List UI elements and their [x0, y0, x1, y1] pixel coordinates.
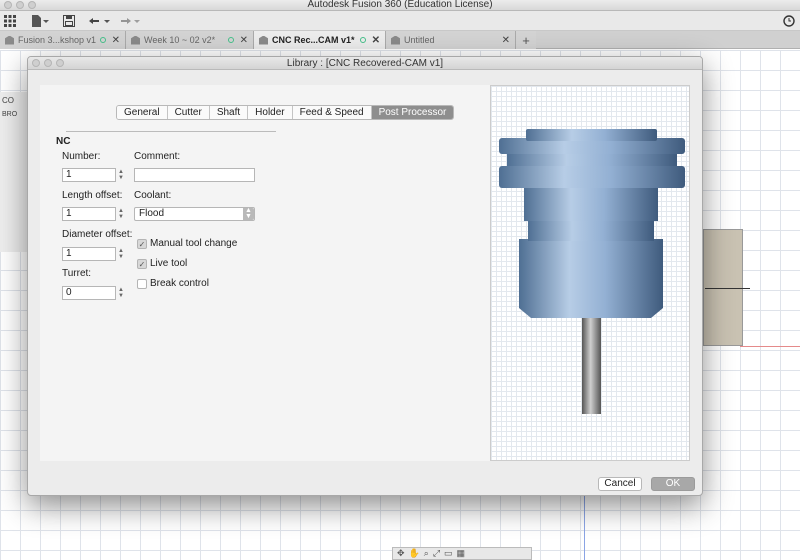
- x-axis-line: [740, 346, 800, 347]
- ok-button[interactable]: OK: [651, 477, 695, 491]
- tab-feed-speed[interactable]: Feed & Speed: [292, 106, 372, 119]
- live-tool-checkbox[interactable]: ✓: [137, 259, 147, 269]
- number-label: Number:: [62, 151, 101, 162]
- close-tab-icon[interactable]: ✕: [112, 35, 120, 46]
- tab-label: Fusion 3...kshop v1: [18, 35, 97, 45]
- dialog-title: Library : [CNC Recovered-CAM v1]: [286, 58, 444, 69]
- comment-label: Comment:: [134, 151, 181, 162]
- minimize-dialog-button[interactable]: [44, 59, 52, 67]
- length-offset-input[interactable]: 1: [62, 207, 116, 221]
- dialog-tab-strip: General Cutter Shaft Holder Feed & Speed…: [116, 105, 455, 120]
- browser-panel-tab[interactable]: BRO: [0, 109, 29, 120]
- turret-label: Turret:: [62, 268, 92, 279]
- close-dialog-button[interactable]: [32, 59, 40, 67]
- document-icon: [131, 35, 140, 45]
- sync-status-icon: [359, 37, 366, 43]
- close-tab-icon[interactable]: ✕: [502, 35, 510, 46]
- document-tab[interactable]: Fusion 3...kshop v1 ✕: [0, 31, 126, 49]
- holder-neck: [524, 186, 658, 221]
- turret-input[interactable]: 0: [62, 286, 116, 300]
- break-control-checkbox[interactable]: [137, 279, 147, 289]
- dialog-title-bar: Library : [CNC Recovered-CAM v1]: [28, 57, 702, 70]
- window-title-bar: Autodesk Fusion 360 (Education License): [0, 0, 800, 11]
- holder-flange-lower: [499, 166, 685, 188]
- document-tab[interactable]: Week 10 ~ 02 v2* ✕: [126, 31, 254, 49]
- tab-post-processor[interactable]: Post Processor: [371, 106, 454, 119]
- sync-status-icon: [227, 37, 234, 43]
- tab-label: Week 10 ~ 02 v2*: [144, 35, 216, 45]
- length-offset-label: Length offset:: [62, 190, 123, 201]
- sync-status-icon: [99, 37, 106, 43]
- file-menu-icon[interactable]: [30, 13, 50, 29]
- document-tab[interactable]: Untitled ✕: [386, 31, 516, 49]
- undo-icon[interactable]: [88, 13, 112, 29]
- live-tool-label: Live tool: [150, 258, 188, 269]
- holder-taper: [528, 219, 654, 241]
- diameter-offset-input[interactable]: 1: [62, 247, 116, 261]
- tool-preview[interactable]: [490, 85, 690, 461]
- zoom-icon[interactable]: ⌕: [424, 548, 429, 559]
- document-tab-bar: Fusion 3...kshop v1 ✕ Week 10 ~ 02 v2* ✕…: [0, 31, 800, 49]
- holder-top: [526, 129, 657, 141]
- orbit-icon[interactable]: ✥: [397, 548, 405, 559]
- document-icon: [391, 35, 400, 45]
- section-divider: [66, 131, 276, 132]
- coolant-select[interactable]: Flood ▲ ▼: [134, 207, 255, 221]
- new-tab-button[interactable]: +: [516, 31, 536, 49]
- manual-tool-change-label: Manual tool change: [150, 238, 238, 249]
- turret-stepper[interactable]: ▲ ▼: [116, 286, 126, 300]
- close-tab-icon[interactable]: ✕: [372, 35, 380, 46]
- zoom-dialog-button[interactable]: [56, 59, 64, 67]
- holder-lower-body: [519, 239, 663, 318]
- length-offset-stepper[interactable]: ▲ ▼: [116, 207, 126, 221]
- fit-icon[interactable]: ⤢: [433, 548, 440, 559]
- number-input[interactable]: 1: [62, 168, 116, 182]
- tab-shaft[interactable]: Shaft: [209, 106, 249, 119]
- document-icon: [259, 35, 268, 45]
- diameter-offset-stepper[interactable]: ▲ ▼: [116, 247, 126, 261]
- window-title: Autodesk Fusion 360 (Education License): [307, 0, 493, 10]
- coolant-label: Coolant:: [134, 190, 172, 201]
- tab-holder[interactable]: Holder: [248, 106, 293, 119]
- browser-panel-header: CO: [2, 96, 14, 105]
- apps-grid-icon[interactable]: [3, 13, 17, 29]
- clock-icon[interactable]: [782, 13, 796, 29]
- break-control-label: Break control: [150, 278, 209, 289]
- chevron-updown-icon: ▲ ▼: [243, 207, 254, 220]
- navigation-bar: ✥ ✋ ⌕ ⤢ ▭ ▦: [392, 547, 532, 560]
- pan-icon[interactable]: ✋: [409, 548, 420, 559]
- tab-label: Untitled: [404, 35, 435, 45]
- section-title: NC: [56, 136, 71, 147]
- number-stepper[interactable]: ▲ ▼: [116, 168, 126, 182]
- holder-groove: [507, 154, 677, 166]
- tab-label: CNC Rec...CAM v1*: [272, 35, 355, 45]
- comment-input[interactable]: [134, 168, 255, 182]
- tool-shank: [582, 311, 601, 414]
- save-icon[interactable]: [62, 13, 76, 29]
- grid-settings-icon[interactable]: ▦: [457, 548, 466, 559]
- coolant-selected-value: Flood: [139, 208, 165, 219]
- cancel-button[interactable]: Cancel: [598, 477, 642, 491]
- sketch-line: [705, 288, 750, 289]
- tab-cutter[interactable]: Cutter: [167, 106, 210, 119]
- browser-panel: CO BRO: [0, 92, 30, 252]
- app-toolbar: [0, 11, 800, 31]
- tool-library-dialog: Library : [CNC Recovered-CAM v1] General…: [27, 56, 703, 496]
- redo-icon[interactable]: [118, 13, 142, 29]
- document-tab-active[interactable]: CNC Rec...CAM v1* ✕: [254, 31, 386, 49]
- tool-holder-illustration: [499, 129, 685, 414]
- close-tab-icon[interactable]: ✕: [240, 35, 248, 46]
- display-settings-icon[interactable]: ▭: [444, 548, 453, 559]
- document-icon: [5, 35, 14, 45]
- diameter-offset-label: Diameter offset:: [62, 229, 133, 240]
- tab-general[interactable]: General: [117, 106, 168, 119]
- manual-tool-change-checkbox[interactable]: ✓: [137, 239, 147, 249]
